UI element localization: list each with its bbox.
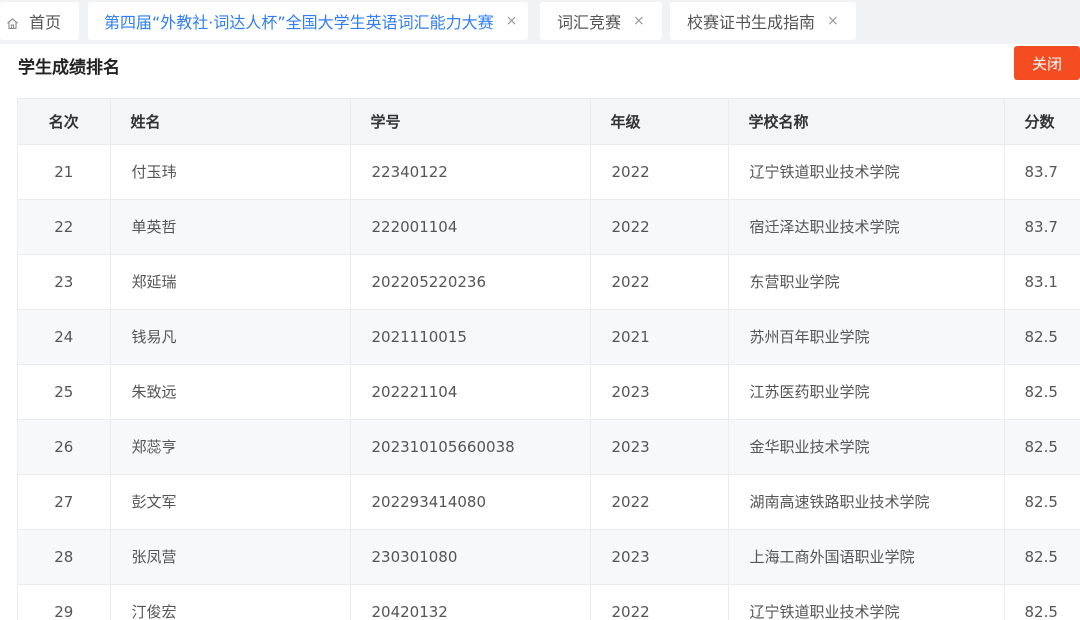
table-row[interactable]: 29 汀俊宏 20420132 2022 辽宁铁道职业技术学院 82.5 bbox=[18, 584, 1080, 620]
cell-grade: 2021 bbox=[590, 309, 729, 365]
tab-home-label: 首页 bbox=[29, 13, 62, 32]
header-school: 学校名称 bbox=[728, 99, 1005, 145]
cell-school: 辽宁铁道职业技术学院 bbox=[728, 144, 1005, 200]
cell-student-id: 202293414080 bbox=[350, 474, 591, 530]
cell-student-id: 230301080 bbox=[350, 529, 591, 585]
table-body: 21 付玉玮 22340122 2022 辽宁铁道职业技术学院 83.7 22 单英哲 2220… bbox=[18, 144, 1080, 620]
cell-rank: 22 bbox=[18, 199, 111, 255]
cell-score: 82.5 bbox=[1004, 584, 1080, 620]
cell-name: 朱致远 bbox=[110, 364, 351, 420]
cell-student-id: 202310105660038 bbox=[350, 419, 591, 475]
cell-student-id: 20420132 bbox=[350, 584, 591, 620]
header-grade: 年级 bbox=[590, 99, 729, 145]
cell-grade: 2022 bbox=[590, 584, 729, 620]
cell-school: 辽宁铁道职业技术学院 bbox=[728, 584, 1005, 620]
cell-score: 82.5 bbox=[1004, 529, 1080, 585]
cell-name: 张凤营 bbox=[110, 529, 351, 585]
tab-vocab-contest-close-icon[interactable]: × bbox=[633, 13, 645, 29]
ranking-panel: 学生成绩排名 关闭 名次 姓名 学号 年级 学校名称 分数 21 付玉玮 22340… bbox=[0, 44, 1080, 620]
tab-certificate-guide-close-icon[interactable]: × bbox=[827, 13, 839, 29]
cell-rank: 24 bbox=[18, 309, 111, 365]
cell-score: 82.5 bbox=[1004, 309, 1080, 365]
cell-school: 江苏医药职业学院 bbox=[728, 364, 1005, 420]
ranking-table: 名次 姓名 学号 年级 学校名称 分数 21 付玉玮 22340122 2022 辽宁铁… bbox=[18, 99, 1080, 620]
table-row[interactable]: 28 张凤营 230301080 2023 上海工商外国语职业学院 82.5 bbox=[18, 529, 1080, 585]
cell-name: 单英哲 bbox=[110, 199, 351, 255]
cell-rank: 28 bbox=[18, 529, 111, 585]
header-student-id: 学号 bbox=[350, 99, 591, 145]
cell-school: 金华职业技术学院 bbox=[728, 419, 1005, 475]
cell-name: 钱易凡 bbox=[110, 309, 351, 365]
tab-home[interactable]: 首页 bbox=[0, 2, 79, 40]
cell-rank: 23 bbox=[18, 254, 111, 310]
cell-score: 83.7 bbox=[1004, 199, 1080, 255]
cell-score: 82.5 bbox=[1004, 419, 1080, 475]
header-rank: 名次 bbox=[18, 99, 111, 145]
cell-rank: 25 bbox=[18, 364, 111, 420]
cell-student-id: 22340122 bbox=[350, 144, 591, 200]
cell-rank: 26 bbox=[18, 419, 111, 475]
table-row[interactable]: 25 朱致远 202221104 2023 江苏医药职业学院 82.5 bbox=[18, 364, 1080, 420]
cell-score: 82.5 bbox=[1004, 474, 1080, 530]
header-score: 分数 bbox=[1004, 99, 1080, 145]
home-icon bbox=[6, 15, 19, 29]
table-row[interactable]: 24 钱易凡 2021110015 2021 苏州百年职业学院 82.5 bbox=[18, 309, 1080, 365]
cell-school: 上海工商外国语职业学院 bbox=[728, 529, 1005, 585]
cell-school: 宿迁泽达职业技术学院 bbox=[728, 199, 1005, 255]
header-name: 姓名 bbox=[110, 99, 351, 145]
table-row[interactable]: 27 彭文军 202293414080 2022 湖南高速铁路职业技术学院 82.5 bbox=[18, 474, 1080, 530]
tab-bar: 首页 第四届“外教社·词达人杯”全国大学生英语词汇能力大赛 × 词汇竞赛 × 校… bbox=[0, 0, 1080, 44]
tab-competition-close-icon[interactable]: × bbox=[506, 13, 518, 29]
cell-name: 郑蕊亨 bbox=[110, 419, 351, 475]
cell-grade: 2023 bbox=[590, 419, 729, 475]
cell-grade: 2022 bbox=[590, 474, 729, 530]
cell-rank: 21 bbox=[18, 144, 111, 200]
tab-vocab-contest-label: 词汇竞赛 bbox=[557, 13, 622, 32]
cell-grade: 2023 bbox=[590, 529, 729, 585]
tab-certificate-guide-label: 校赛证书生成指南 bbox=[687, 13, 816, 32]
tab-vocab-contest[interactable]: 词汇竞赛 × bbox=[540, 2, 662, 40]
cell-rank: 29 bbox=[18, 584, 111, 620]
cell-grade: 2022 bbox=[590, 199, 729, 255]
cell-score: 83.7 bbox=[1004, 144, 1080, 200]
table-header-row: 名次 姓名 学号 年级 学校名称 分数 bbox=[18, 99, 1080, 145]
cell-name: 彭文军 bbox=[110, 474, 351, 530]
cell-school: 东营职业学院 bbox=[728, 254, 1005, 310]
cell-school: 苏州百年职业学院 bbox=[728, 309, 1005, 365]
table-row[interactable]: 22 单英哲 222001104 2022 宿迁泽达职业技术学院 83.7 bbox=[18, 199, 1080, 255]
cell-grade: 2022 bbox=[590, 254, 729, 310]
tab-certificate-guide[interactable]: 校赛证书生成指南 × bbox=[670, 2, 856, 40]
cell-student-id: 202205220236 bbox=[350, 254, 591, 310]
cell-grade: 2022 bbox=[590, 144, 729, 200]
page-title: 学生成绩排名 bbox=[18, 58, 120, 78]
cell-rank: 27 bbox=[18, 474, 111, 530]
cell-name: 郑延瑞 bbox=[110, 254, 351, 310]
cell-name: 汀俊宏 bbox=[110, 584, 351, 620]
cell-grade: 2023 bbox=[590, 364, 729, 420]
cell-student-id: 222001104 bbox=[350, 199, 591, 255]
table-row[interactable]: 23 郑延瑞 202205220236 2022 东营职业学院 83.1 bbox=[18, 254, 1080, 310]
table-row[interactable]: 26 郑蕊亨 202310105660038 2023 金华职业技术学院 82.5 bbox=[18, 419, 1080, 475]
cell-score: 83.1 bbox=[1004, 254, 1080, 310]
cell-student-id: 202221104 bbox=[350, 364, 591, 420]
cell-student-id: 2021110015 bbox=[350, 309, 591, 365]
tab-competition-label: 第四届“外教社·词达人杯”全国大学生英语词汇能力大赛 bbox=[104, 13, 494, 32]
table-row[interactable]: 21 付玉玮 22340122 2022 辽宁铁道职业技术学院 83.7 bbox=[18, 144, 1080, 200]
cell-school: 湖南高速铁路职业技术学院 bbox=[728, 474, 1005, 530]
tab-competition[interactable]: 第四届“外教社·词达人杯”全国大学生英语词汇能力大赛 × bbox=[88, 2, 528, 40]
ranking-table-container[interactable]: 名次 姓名 学号 年级 学校名称 分数 21 付玉玮 22340122 2022 辽宁铁… bbox=[17, 98, 1080, 620]
cell-name: 付玉玮 bbox=[110, 144, 351, 200]
cell-score: 82.5 bbox=[1004, 364, 1080, 420]
close-button[interactable]: 关闭 bbox=[1014, 46, 1080, 80]
